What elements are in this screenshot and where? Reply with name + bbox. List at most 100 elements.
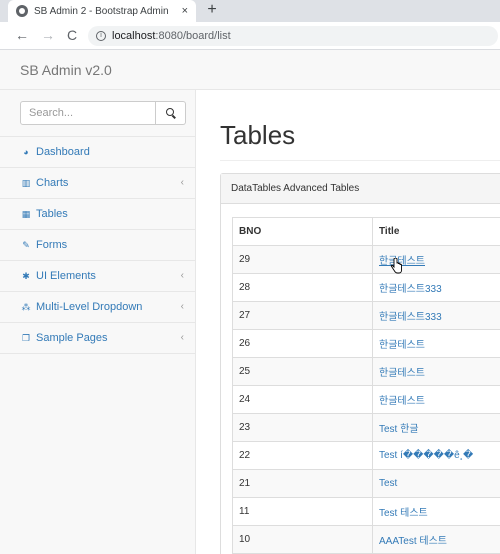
bno-cell: 28: [232, 273, 373, 302]
bno-cell: 29: [232, 245, 373, 274]
sidebar-menu: ◕ Dashboard ▥ Charts ‹ ▦ Tables ✎ Forms …: [0, 136, 196, 354]
sidebar-item-label: UI Elements: [36, 270, 96, 282]
address-bar[interactable]: i localhost:8080/board/list: [88, 26, 498, 46]
panel-heading: DataTables Advanced Tables: [221, 174, 500, 204]
search-icon: [165, 108, 174, 116]
title-link[interactable]: AAATest 테스트: [379, 536, 447, 547]
browser-tab[interactable]: SB Admin 2 - Bootstrap Admin ×: [8, 0, 196, 22]
title-link[interactable]: Test 한글: [379, 424, 419, 435]
table-wrapper: BNO Title 29 한글테스트 28 한글테스트333 27 한글테스트333 26 한…: [232, 217, 500, 554]
title-link[interactable]: 한글테스트: [379, 368, 425, 379]
bno-cell: 26: [232, 329, 373, 358]
browser-tab-bar: SB Admin 2 - Bootstrap Admin × +: [0, 0, 500, 22]
sidebar-item-label: Charts: [36, 177, 69, 189]
bno-cell: 27: [232, 301, 373, 330]
files-icon: ❐: [21, 332, 31, 343]
bno-cell: 22: [232, 441, 373, 470]
title-divider: [220, 160, 500, 161]
new-tab-button[interactable]: +: [204, 2, 220, 18]
sidebar-item-forms[interactable]: ✎ Forms: [0, 230, 196, 261]
sidebar-item-tables[interactable]: ▦ Tables: [0, 199, 196, 230]
sidebar-item-dashboard[interactable]: ◕ Dashboard: [0, 137, 196, 168]
title-link[interactable]: Test í�����ê¸�: [379, 450, 473, 461]
hand-cursor-icon: [390, 258, 402, 274]
globe-icon: [16, 5, 28, 17]
url-path: :8080/board/list: [155, 30, 231, 42]
chevron-left-icon: ‹: [180, 270, 184, 281]
url-host: localhost: [112, 30, 156, 42]
bno-cell: 25: [232, 357, 373, 386]
board-table: BNO Title 29 한글테스트 28 한글테스트333 27 한글테스트333 26 한…: [232, 217, 500, 554]
title-cell: 한글테스트333: [372, 273, 500, 302]
title-link[interactable]: 한글테스트: [379, 256, 425, 267]
title-link[interactable]: 한글테스트333: [379, 312, 442, 323]
column-header-bno[interactable]: BNO: [232, 217, 373, 246]
title-cell: Test 테스트: [372, 497, 500, 526]
forward-button[interactable]: →: [40, 27, 56, 43]
back-button[interactable]: ←: [14, 27, 30, 43]
sidebar-item-charts[interactable]: ▥ Charts ‹: [0, 168, 196, 199]
table-row[interactable]: 27 한글테스트333: [232, 301, 500, 330]
table-icon: ▦: [21, 208, 31, 219]
title-cell: Test í�����ê¸�: [372, 441, 500, 470]
table-row[interactable]: 29 한글테스트: [232, 245, 500, 274]
sidebar-item-label: Forms: [36, 239, 68, 251]
chevron-left-icon: ‹: [180, 301, 184, 312]
tab-title: SB Admin 2 - Bootstrap Admin: [34, 5, 169, 17]
sidebar-item-label: Tables: [36, 208, 68, 220]
sidebar-item-label: Dashboard: [36, 146, 90, 158]
title-cell: Test 한글: [372, 413, 500, 442]
title-link[interactable]: Test: [379, 478, 397, 489]
bno-cell: 23: [232, 413, 373, 442]
sidebar-item-sample-pages[interactable]: ❐ Sample Pages ‹: [0, 323, 196, 354]
main-content: Tables DataTables Advanced Tables BNO Ti…: [197, 90, 500, 554]
table-row[interactable]: 26 한글테스트: [232, 329, 500, 358]
browser-toolbar: ← → C i localhost:8080/board/list: [0, 22, 500, 50]
bno-cell: 24: [232, 385, 373, 414]
table-row[interactable]: 28 한글테스트333: [232, 273, 500, 302]
wrench-icon: ✱: [22, 270, 30, 281]
search-button[interactable]: [156, 101, 186, 125]
table-row[interactable]: 21 Test: [232, 469, 500, 498]
sidebar-search: [20, 101, 186, 125]
tab-close-icon[interactable]: ×: [182, 5, 188, 17]
title-cell: AAATest 테스트: [372, 525, 500, 554]
sidebar-item-multi-level-dropdown[interactable]: ⁂ Multi-Level Dropdown ‹: [0, 292, 196, 323]
app-header: SB Admin v2.0: [0, 50, 500, 90]
chevron-left-icon: ‹: [180, 177, 184, 188]
sitemap-icon: ⁂: [21, 301, 31, 312]
title-link[interactable]: 한글테스트: [379, 396, 425, 407]
table-row[interactable]: 23 Test 한글: [232, 413, 500, 442]
title-link[interactable]: 한글테스트333: [379, 284, 442, 295]
title-cell: 한글테스트: [372, 357, 500, 386]
table-row[interactable]: 11 Test 테스트: [232, 497, 500, 526]
title-cell: Test: [372, 469, 500, 498]
bno-cell: 11: [232, 497, 373, 526]
title-link[interactable]: 한글테스트: [379, 340, 425, 351]
sidebar-item-label: Multi-Level Dropdown: [36, 301, 143, 313]
edit-icon: ✎: [22, 239, 30, 250]
table-row[interactable]: 25 한글테스트: [232, 357, 500, 386]
brand-link[interactable]: SB Admin v2.0: [20, 62, 112, 78]
title-cell: 한글테스트333: [372, 301, 500, 330]
page-title: Tables: [220, 120, 296, 150]
sidebar-item-ui-elements[interactable]: ✱ UI Elements ‹: [0, 261, 196, 292]
datatables-panel: DataTables Advanced Tables BNO Title 29 한…: [220, 173, 500, 554]
search-input[interactable]: [20, 101, 156, 125]
table-row[interactable]: 10 AAATest 테스트: [232, 525, 500, 554]
title-cell: 한글테스트: [372, 385, 500, 414]
site-info-icon[interactable]: i: [96, 31, 106, 41]
sidebar: ◕ Dashboard ▥ Charts ‹ ▦ Tables ✎ Forms …: [0, 90, 196, 554]
bar-chart-icon: ▥: [21, 177, 31, 188]
bno-cell: 10: [232, 525, 373, 554]
table-row[interactable]: 24 한글테스트: [232, 385, 500, 414]
dashboard-icon: ◕: [23, 147, 29, 157]
table-row[interactable]: 22 Test í�����ê¸�: [232, 441, 500, 470]
sidebar-item-label: Sample Pages: [36, 332, 108, 344]
table-header-row: BNO Title: [232, 217, 500, 246]
reload-button[interactable]: C: [64, 27, 80, 43]
bno-cell: 21: [232, 469, 373, 498]
title-link[interactable]: Test 테스트: [379, 508, 428, 519]
title-cell: 한글테스트: [372, 329, 500, 358]
column-header-title[interactable]: Title: [372, 217, 500, 246]
